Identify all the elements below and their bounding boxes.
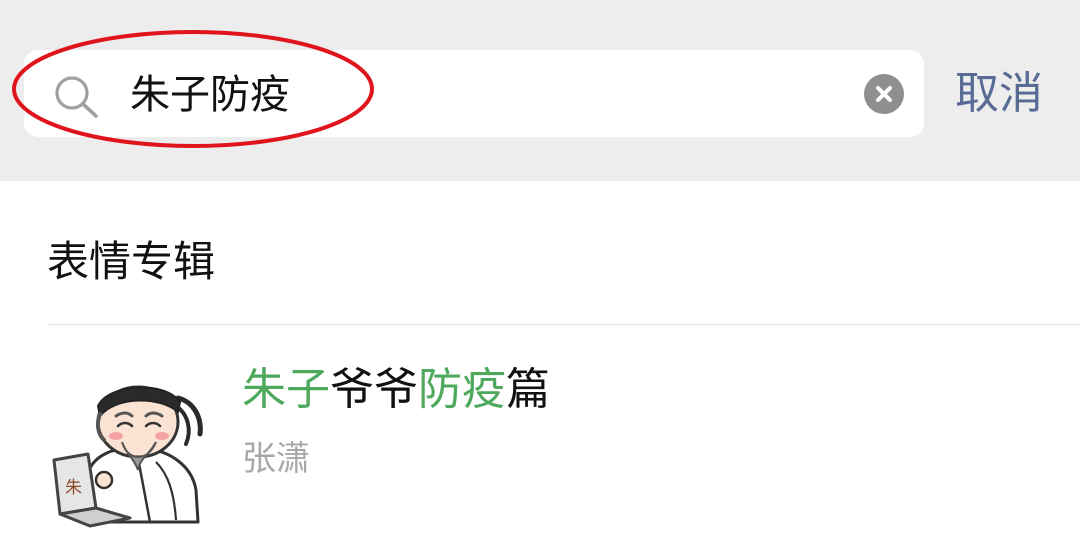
cancel-button[interactable]: 取消: [955, 64, 1043, 124]
laptop-label: 朱: [65, 478, 82, 498]
section-title: 表情专辑: [47, 237, 216, 286]
title-part: 篇: [506, 364, 550, 415]
search-icon: [55, 76, 98, 118]
title-part: 防疫: [418, 364, 506, 415]
clear-search-icon[interactable]: [864, 74, 904, 114]
sticker-album-title: 朱子爷爷防疫篇: [242, 360, 550, 420]
search-query-text[interactable]: 朱子防疫: [130, 67, 290, 123]
title-part: 朱子: [242, 364, 330, 415]
sticker-album-author: 张潇: [242, 439, 310, 479]
title-part: 爷爷: [330, 364, 418, 415]
section-divider: [47, 324, 1080, 325]
scholar-sticker-icon: 朱: [52, 385, 203, 528]
sticker-album-item[interactable]: 朱 朱子爷爷防疫篇 张潇: [0, 326, 1080, 559]
